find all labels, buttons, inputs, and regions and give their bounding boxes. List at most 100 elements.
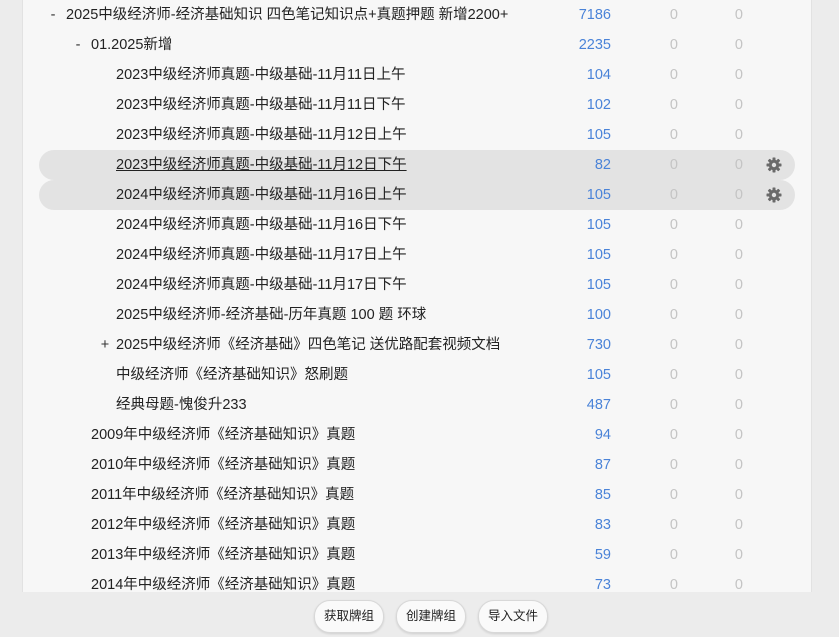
deck-row[interactable]: - 01.2025新增 2235 0 0 — [39, 30, 795, 60]
deck-count-2: 0 — [669, 517, 678, 533]
deck-row[interactable]: 2023中级经济师真题-中级基础-11月11日下午 102 0 0 — [39, 90, 795, 120]
deck-count-3: 0 — [734, 577, 743, 592]
deck-name[interactable]: 2014年中级经济师《经济基础知识》真题 — [91, 570, 355, 592]
deck-total-count: 102 — [586, 97, 611, 113]
deck-row[interactable]: 经典母题-愧俊升233 487 0 0 — [39, 390, 795, 420]
deck-name[interactable]: 2012年中级经济师《经济基础知识》真题 — [91, 510, 355, 540]
deck-row[interactable]: 2024中级经济师真题-中级基础-11月17日上午 105 0 0 — [39, 240, 795, 270]
create-deck-button[interactable]: 创建牌组 — [396, 600, 466, 633]
deck-name[interactable]: 2011年中级经济师《经济基础知识》真题 — [91, 480, 354, 510]
deck-name[interactable]: 2024中级经济师真题-中级基础-11月17日下午 — [116, 270, 407, 300]
gear-icon[interactable] — [766, 187, 782, 203]
deck-row[interactable]: 2024中级经济师真题-中级基础-11月16日下午 105 0 0 — [39, 210, 795, 240]
deck-total-count: 59 — [594, 547, 611, 563]
deck-count-3: 0 — [734, 7, 743, 23]
import-file-button[interactable]: 导入文件 — [478, 600, 548, 633]
gear-icon[interactable] — [766, 157, 782, 173]
deck-total-count: 73 — [594, 577, 611, 592]
deck-row[interactable]: 2025中级经济师-经济基础-历年真题 100 题 环球 100 0 0 — [39, 300, 795, 330]
deck-count-3: 0 — [734, 367, 743, 383]
deck-row[interactable]: 2023中级经济师真题-中级基础-11月12日上午 105 0 0 — [39, 120, 795, 150]
deck-name[interactable]: 2023中级经济师真题-中级基础-11月12日下午 — [116, 150, 407, 180]
deck-count-2: 0 — [669, 247, 678, 263]
deck-count-2: 0 — [669, 37, 678, 53]
deck-name[interactable]: 2023中级经济师真题-中级基础-11月12日上午 — [116, 120, 407, 150]
deck-row[interactable]: 2012年中级经济师《经济基础知识》真题 83 0 0 — [39, 510, 795, 540]
deck-name[interactable]: 2023中级经济师真题-中级基础-11月11日上午 — [116, 60, 406, 90]
deck-row[interactable]: - 2025中级经济师-经济基础知识 四色笔记知识点+真题押题 新增2200+ … — [39, 0, 795, 30]
deck-name[interactable]: 01.2025新增 — [91, 30, 172, 60]
deck-count-2: 0 — [669, 577, 678, 592]
deck-name[interactable]: 2025中级经济师-经济基础-历年真题 100 题 环球 — [116, 300, 426, 330]
deck-count-3: 0 — [734, 457, 743, 473]
deck-total-count: 2235 — [578, 37, 611, 53]
deck-count-2: 0 — [669, 337, 678, 353]
deck-name[interactable]: 中级经济师《经济基础知识》怒刷题 — [116, 360, 348, 390]
deck-row[interactable]: 中级经济师《经济基础知识》怒刷题 105 0 0 — [39, 360, 795, 390]
deck-total-count: 83 — [594, 517, 611, 533]
deck-total-count: 105 — [586, 277, 611, 293]
deck-count-2: 0 — [669, 367, 678, 383]
deck-count-2: 0 — [669, 547, 678, 563]
collapse-toggle[interactable]: - — [72, 30, 84, 60]
deck-row[interactable]: 2023中级经济师真题-中级基础-11月11日上午 104 0 0 — [39, 60, 795, 90]
deck-count-2: 0 — [669, 427, 678, 443]
deck-count-2: 0 — [669, 97, 678, 113]
deck-count-2: 0 — [669, 307, 678, 323]
deck-total-count: 105 — [586, 247, 611, 263]
deck-total-count: 487 — [586, 397, 611, 413]
deck-count-3: 0 — [734, 517, 743, 533]
deck-total-count: 82 — [594, 157, 611, 173]
deck-count-3: 0 — [734, 37, 743, 53]
expand-toggle[interactable]: + — [99, 330, 111, 360]
deck-count-3: 0 — [734, 277, 743, 293]
deck-name[interactable]: 2010年中级经济师《经济基础知识》真题 — [91, 450, 355, 480]
deck-row[interactable]: 2010年中级经济师《经济基础知识》真题 87 0 0 — [39, 450, 795, 480]
deck-count-3: 0 — [734, 217, 743, 233]
bottom-toolbar: 获取牌组 创建牌组 导入文件 — [0, 592, 839, 637]
deck-count-2: 0 — [669, 157, 678, 173]
deck-count-2: 0 — [669, 277, 678, 293]
deck-row[interactable]: 2014年中级经济师《经济基础知识》真题 73 0 0 — [39, 570, 795, 592]
deck-total-count: 94 — [594, 427, 611, 443]
deck-count-3: 0 — [734, 427, 743, 443]
deck-total-count: 7186 — [578, 7, 611, 23]
deck-count-2: 0 — [669, 457, 678, 473]
deck-count-3: 0 — [734, 247, 743, 263]
deck-name[interactable]: 2024中级经济师真题-中级基础-11月16日上午 — [116, 180, 407, 210]
get-decks-button[interactable]: 获取牌组 — [314, 600, 384, 633]
deck-count-3: 0 — [734, 337, 743, 353]
deck-row[interactable]: 2013年中级经济师《经济基础知识》真题 59 0 0 — [39, 540, 795, 570]
deck-name[interactable]: 2025中级经济师《经济基础》四色笔记 送优路配套视频文档 — [116, 330, 500, 360]
deck-row-hovered[interactable]: 2024中级经济师真题-中级基础-11月16日上午 105 0 0 — [39, 180, 795, 210]
deck-total-count: 105 — [586, 127, 611, 143]
deck-count-2: 0 — [669, 7, 678, 23]
deck-name[interactable]: 2024中级经济师真题-中级基础-11月16日下午 — [116, 210, 407, 240]
deck-row[interactable]: + 2025中级经济师《经济基础》四色笔记 送优路配套视频文档 730 0 0 — [39, 330, 795, 360]
deck-name[interactable]: 经典母题-愧俊升233 — [116, 390, 247, 420]
deck-total-count: 105 — [586, 217, 611, 233]
deck-count-2: 0 — [669, 217, 678, 233]
deck-count-3: 0 — [734, 127, 743, 143]
deck-count-2: 0 — [669, 397, 678, 413]
deck-row[interactable]: 2024中级经济师真题-中级基础-11月17日下午 105 0 0 — [39, 270, 795, 300]
deck-count-2: 0 — [669, 67, 678, 83]
deck-count-3: 0 — [734, 187, 743, 203]
deck-total-count: 105 — [586, 367, 611, 383]
deck-row-hovered[interactable]: 2023中级经济师真题-中级基础-11月12日下午 82 0 0 — [39, 150, 795, 180]
deck-name[interactable]: 2023中级经济师真题-中级基础-11月11日下午 — [116, 90, 406, 120]
deck-name[interactable]: 2009年中级经济师《经济基础知识》真题 — [91, 420, 355, 450]
deck-count-2: 0 — [669, 187, 678, 203]
deck-total-count: 104 — [586, 67, 611, 83]
deck-count-3: 0 — [734, 157, 743, 173]
deck-count-2: 0 — [669, 487, 678, 503]
deck-name[interactable]: 2025中级经济师-经济基础知识 四色笔记知识点+真题押题 新增2200+ — [66, 0, 508, 30]
deck-name[interactable]: 2024中级经济师真题-中级基础-11月17日上午 — [116, 240, 407, 270]
deck-total-count: 105 — [586, 187, 611, 203]
deck-total-count: 87 — [594, 457, 611, 473]
collapse-toggle[interactable]: - — [47, 0, 59, 30]
deck-count-3: 0 — [734, 307, 743, 323]
deck-row[interactable]: 2011年中级经济师《经济基础知识》真题 85 0 0 — [39, 480, 795, 510]
deck-name[interactable]: 2013年中级经济师《经济基础知识》真题 — [91, 540, 355, 570]
deck-row[interactable]: 2009年中级经济师《经济基础知识》真题 94 0 0 — [39, 420, 795, 450]
